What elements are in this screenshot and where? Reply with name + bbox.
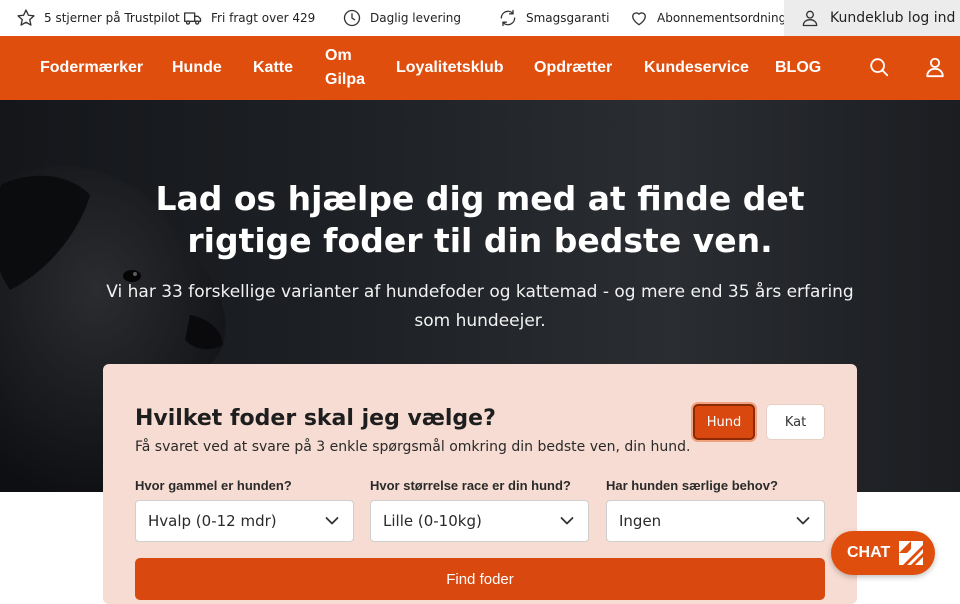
chevron-down-icon [325, 517, 339, 525]
age-select-value: Hvalp (0-12 mdr) [148, 512, 277, 530]
truck-icon [184, 12, 202, 25]
subscription-item[interactable]: Abonnementsordning [629, 0, 786, 36]
user-icon [802, 10, 818, 27]
nav-item-katte[interactable]: Katte [253, 57, 293, 79]
find-food-button[interactable]: Find foder [135, 558, 825, 600]
refresh-icon [500, 9, 516, 27]
top-info-bar: 5 stjerner på Trustpilot Fri fragt over … [0, 0, 960, 36]
toggle-cat-button[interactable]: Kat [766, 404, 825, 440]
size-label: Hvor størrelse race er din hund? [370, 478, 571, 493]
heart-icon [632, 12, 646, 26]
needs-label: Har hunden særlige behov? [606, 478, 778, 493]
age-label: Hvor gammel er hunden? [135, 478, 292, 493]
search-icon [870, 58, 889, 77]
chat-label: CHAT [847, 544, 891, 561]
finder-title: Hvilket foder skal jeg vælge? [135, 406, 496, 431]
needs-select[interactable]: Ingen [606, 500, 825, 542]
account-button[interactable] [924, 56, 946, 82]
taste-guarantee-item: Smagsgaranti [498, 0, 609, 36]
login-text: Kundeklub log ind [830, 10, 956, 26]
trustpilot-item[interactable]: 5 stjerner på Trustpilot [16, 0, 180, 36]
chat-logo-icon [899, 541, 924, 565]
nav-item-om-gilpa-line2[interactable]: Gilpa [325, 69, 365, 91]
nav-item-loyalitetsklub[interactable]: Loyalitetsklub [396, 57, 504, 79]
nav-item-fodermaerker[interactable]: Fodermærker [40, 57, 143, 79]
size-select[interactable]: Lille (0-10kg) [370, 500, 589, 542]
nav-item-blog[interactable]: BLOG [775, 57, 821, 79]
main-navigation: Fodermærker Hunde Katte Om Gilpa Loyalit… [0, 36, 960, 100]
subscription-text: Abonnementsordning [657, 11, 787, 25]
nav-item-opdraetter[interactable]: Opdrætter [534, 57, 612, 79]
star-icon [17, 9, 35, 26]
needs-select-value: Ingen [619, 512, 662, 530]
nav-item-om-gilpa-line1[interactable]: Om [325, 45, 352, 67]
daily-delivery-item: Daglig levering [342, 0, 461, 36]
chevron-down-icon [796, 517, 810, 525]
food-finder-card: Hvilket foder skal jeg vælge? Få svaret … [103, 364, 857, 604]
user-icon [926, 57, 944, 78]
chat-widget-button[interactable]: CHAT [831, 531, 935, 575]
finder-subtitle: Få svaret ved at svare på 3 enkle spørgs… [135, 439, 691, 455]
clock-icon [343, 9, 361, 27]
chevron-down-icon [560, 517, 574, 525]
hero-title: Lad os hjælpe dig med at finde det rigti… [155, 179, 805, 260]
trustpilot-text: 5 stjerner på Trustpilot [44, 11, 180, 25]
age-select[interactable]: Hvalp (0-12 mdr) [135, 500, 354, 542]
taste-guarantee-text: Smagsgaranti [526, 11, 610, 25]
toggle-dog-button[interactable]: Hund [693, 404, 755, 440]
daily-delivery-text: Daglig levering [370, 11, 462, 25]
hero-subtitle: Vi har 33 forskellige varianter af hunde… [106, 282, 854, 331]
customer-club-login[interactable]: Kundeklub log ind [784, 0, 960, 36]
free-shipping-text: Fri fragt over 429 [211, 11, 316, 25]
size-select-value: Lille (0-10kg) [383, 512, 482, 530]
search-button[interactable] [868, 56, 890, 82]
nav-item-kundeservice[interactable]: Kundeservice [644, 57, 749, 79]
free-shipping-item: Fri fragt over 429 [183, 0, 315, 36]
nav-item-hunde[interactable]: Hunde [172, 57, 222, 79]
